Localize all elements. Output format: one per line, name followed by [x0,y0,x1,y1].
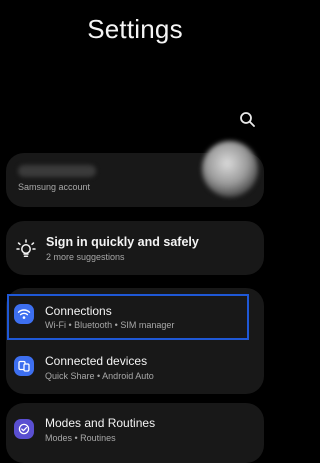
settings-item-title: Connected devices [45,354,148,368]
settings-item-title: Modes and Routines [45,416,156,430]
suggestion-subtitle: 2 more suggestions [46,252,125,262]
modes-card: Modes and Routines Modes • Routines [6,403,264,463]
settings-item-subtitle: Quick Share • Android Auto [45,371,154,381]
lightbulb-icon [16,239,36,258]
settings-item-modes-routines[interactable]: Modes and Routines Modes • Routines [6,403,264,451]
routines-icon [14,419,34,439]
avatar[interactable] [202,141,258,197]
settings-item-connected-devices[interactable]: Connected devices Quick Share • Android … [6,342,264,390]
search-icon [240,112,255,127]
connected-devices-icon [14,356,34,376]
settings-item-subtitle: Modes • Routines [45,433,116,443]
selection-highlight [7,294,249,340]
page-title: Settings [87,14,183,44]
account-name-blurred [18,165,96,177]
search-button[interactable] [238,110,258,130]
suggestion-title: Sign in quickly and safely [46,235,199,249]
suggestion-card[interactable]: Sign in quickly and safely 2 more sugges… [6,221,264,275]
account-subtitle: Samsung account [18,182,91,192]
samsung-account-card[interactable]: Samsung account [6,141,264,207]
